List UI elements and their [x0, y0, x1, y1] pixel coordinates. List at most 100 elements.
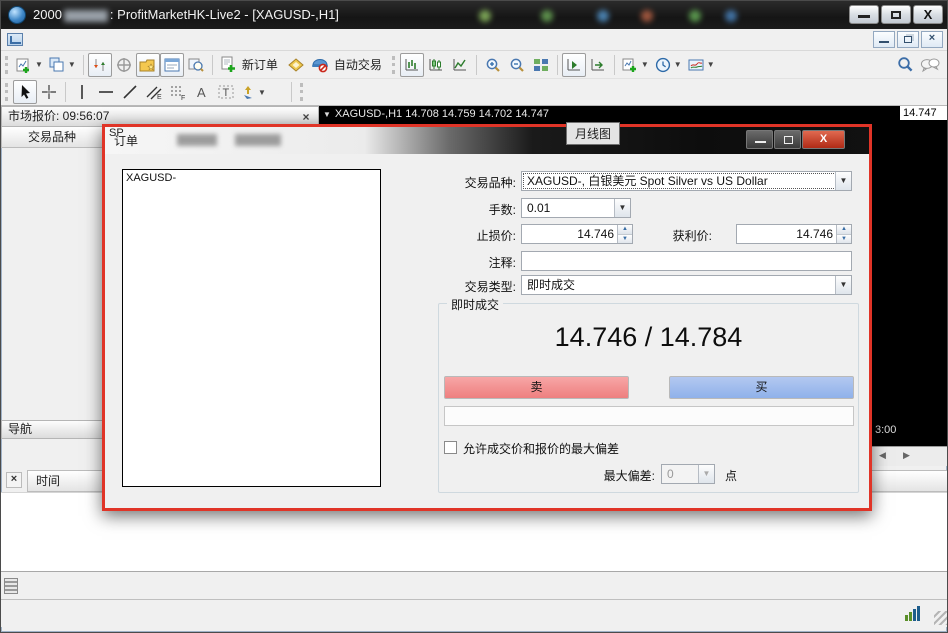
- search-icon: [897, 56, 914, 73]
- collapse-icon[interactable]: ▼: [323, 110, 331, 119]
- new-order-button[interactable]: 新订单: [217, 53, 284, 77]
- maximize-icon: [891, 11, 901, 19]
- templates-button[interactable]: ▼: [685, 53, 718, 77]
- chevron-down-icon: ▼: [258, 88, 266, 97]
- window-minimize-button[interactable]: [849, 5, 879, 24]
- terminal-button[interactable]: [160, 53, 184, 77]
- app-logo-icon: [8, 6, 26, 24]
- mdi-close-button[interactable]: ×: [921, 31, 943, 48]
- mdi-minimize-button[interactable]: [873, 31, 895, 48]
- take-profit-input[interactable]: 14.746▲▼: [736, 224, 852, 244]
- buy-button[interactable]: 买: [669, 376, 854, 399]
- bar-chart-button[interactable]: [400, 53, 424, 77]
- periods-icon: [655, 57, 671, 73]
- toolbar-grip[interactable]: [5, 56, 10, 74]
- market-watch-close-icon[interactable]: ×: [299, 108, 313, 124]
- chart-menu-icon[interactable]: [7, 33, 23, 46]
- data-window-icon: [116, 57, 132, 73]
- new-chart-button[interactable]: ▼: [13, 53, 46, 77]
- trendline-button[interactable]: [118, 80, 142, 104]
- auto-scroll-button[interactable]: [562, 53, 586, 77]
- horizontal-line-button[interactable]: [94, 80, 118, 104]
- fibonacci-button[interactable]: F: [166, 80, 190, 104]
- price-scale-labels: [902, 106, 948, 446]
- toolbar-grip[interactable]: [5, 83, 10, 101]
- new-order-label: 新订单: [239, 56, 281, 73]
- toolbar-grip[interactable]: [300, 83, 305, 101]
- connection-status-icon: [905, 606, 923, 621]
- profiles-button[interactable]: ▼: [46, 53, 79, 77]
- deviation-checkbox[interactable]: [444, 441, 457, 454]
- order-type-select[interactable]: 即时成交▼: [521, 275, 852, 295]
- new-chart-icon: [16, 57, 32, 73]
- resize-grip[interactable]: [934, 611, 948, 625]
- crosshair-icon: [41, 84, 57, 100]
- chart-shift-button[interactable]: [586, 53, 610, 77]
- arrows-button[interactable]: ▼: [238, 80, 269, 104]
- scroll-left-icon[interactable]: ◀: [879, 450, 886, 461]
- vertical-line-button[interactable]: [70, 80, 94, 104]
- candlestick-chart-button[interactable]: [424, 53, 448, 77]
- chevron-down-icon[interactable]: ▼: [835, 172, 851, 190]
- arrange-windows-button[interactable]: [529, 53, 553, 77]
- svg-text:A: A: [197, 85, 206, 100]
- toolbar-grip[interactable]: [392, 56, 397, 74]
- minimize-icon: [755, 141, 766, 143]
- strategy-tester-button[interactable]: [184, 53, 208, 77]
- sell-button[interactable]: 卖: [444, 376, 629, 399]
- window-maximize-button[interactable]: [881, 5, 911, 24]
- market-watch-icon: [92, 57, 108, 73]
- deviation-checkbox-label[interactable]: 允许成交价和报价的最大偏差: [463, 440, 619, 457]
- terminal-tab-bar: [1, 571, 948, 599]
- search-button[interactable]: [893, 53, 917, 77]
- crosshair-button[interactable]: [37, 80, 61, 104]
- spin-down-icon[interactable]: ▼: [837, 234, 851, 244]
- chevron-down-icon[interactable]: ▼: [835, 276, 851, 294]
- dialog-maximize-button[interactable]: [774, 130, 801, 149]
- data-window-button[interactable]: [112, 53, 136, 77]
- scroll-right-icon[interactable]: ▶: [903, 450, 910, 461]
- svg-text:F: F: [181, 95, 185, 102]
- terminal-close-button[interactable]: ×: [6, 472, 22, 488]
- line-chart-button[interactable]: [448, 53, 472, 77]
- metaeditor-button[interactable]: [284, 53, 308, 77]
- spin-up-icon[interactable]: ▲: [837, 225, 851, 234]
- indicators-button[interactable]: ▼: [619, 53, 652, 77]
- autotrading-button[interactable]: 自动交易: [308, 53, 388, 77]
- stop-loss-label: 止损价:: [434, 227, 516, 244]
- text-icon: A: [195, 84, 209, 100]
- close-icon: X: [914, 7, 942, 22]
- text-button[interactable]: A: [190, 80, 214, 104]
- vertical-line-icon: [75, 84, 89, 100]
- horizontal-line-icon: [98, 85, 114, 99]
- max-deviation-select[interactable]: 0▼: [661, 464, 715, 484]
- market-watch-button[interactable]: [88, 53, 112, 77]
- symbol-select[interactable]: XAGUSD-, 白银美元 Spot Silver vs US Dollar▼: [521, 171, 852, 191]
- window-close-button[interactable]: X: [913, 5, 943, 24]
- equidistant-channel-button[interactable]: E: [142, 80, 166, 104]
- volume-select[interactable]: 0.01▼: [521, 198, 631, 218]
- community-button[interactable]: [917, 53, 943, 77]
- periods-button[interactable]: ▼: [652, 53, 685, 77]
- zoom-out-button[interactable]: [505, 53, 529, 77]
- cursor-button[interactable]: [13, 80, 37, 104]
- title-bar: 2000: ProfitMarketHK-Live2 - [XAGUSD-,H1…: [1, 1, 948, 29]
- text-label-button[interactable]: T: [214, 80, 238, 104]
- comment-input[interactable]: [521, 251, 852, 271]
- chevron-down-icon[interactable]: ▼: [614, 199, 630, 217]
- navigator-button[interactable]: [136, 53, 160, 77]
- dock-panel-icon[interactable]: [4, 578, 18, 594]
- zoom-in-button[interactable]: [481, 53, 505, 77]
- order-dialog-title-bar[interactable]: 订单 X: [105, 127, 869, 154]
- spinner-buttons[interactable]: ▲▼: [836, 225, 851, 243]
- mdi-restore-button[interactable]: [897, 31, 919, 48]
- stop-loss-input[interactable]: 14.746▲▼: [521, 224, 633, 244]
- navigator-icon: [139, 57, 156, 73]
- dialog-minimize-button[interactable]: [746, 130, 773, 149]
- candlestick-chart-icon: [428, 57, 444, 73]
- dialog-close-button[interactable]: X: [802, 130, 845, 149]
- new-order-icon: [220, 56, 237, 73]
- status-bar: [1, 599, 948, 627]
- chevron-down-icon: ▼: [707, 60, 715, 69]
- terminal-icon: [164, 57, 180, 73]
